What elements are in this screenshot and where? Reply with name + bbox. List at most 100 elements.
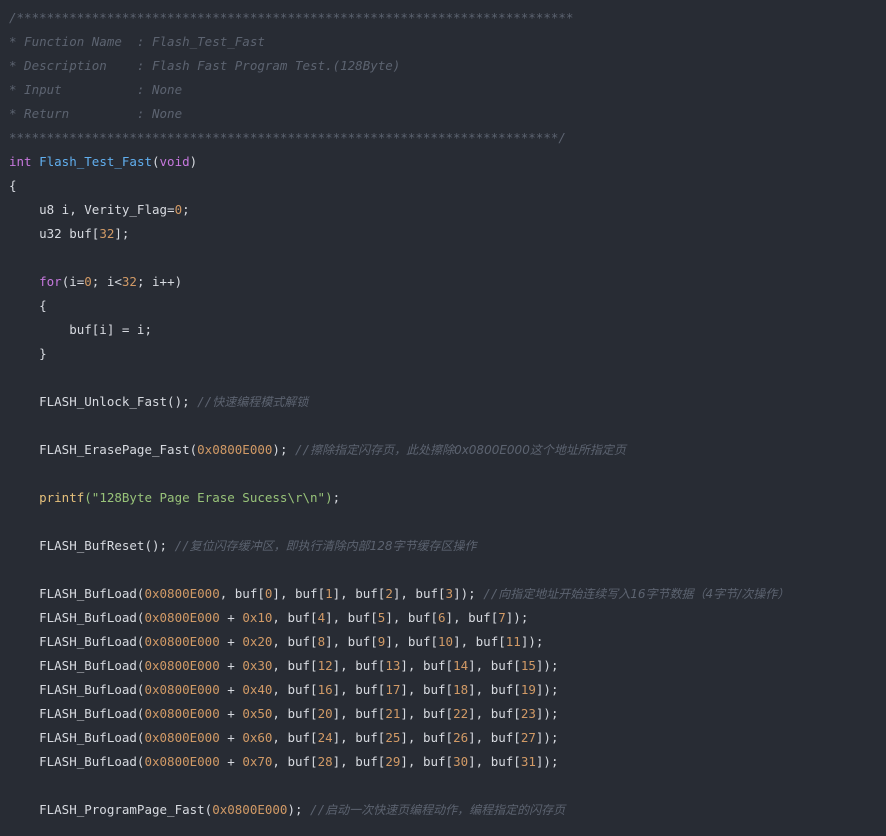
number-literal-token: 11 <box>505 634 521 649</box>
code-token: ; i++) <box>136 274 183 289</box>
comment-token: * Description : Flash Fast Program Test.… <box>9 58 401 73</box>
number-literal-token: 19 <box>520 682 536 697</box>
code-token: ], buf[ <box>400 682 454 697</box>
code-token: ]); <box>535 658 559 673</box>
code-token: { <box>9 298 47 313</box>
code-token: + <box>219 658 243 673</box>
number-literal-token: 3 <box>445 586 454 601</box>
code-line: FLASH_Unlock_Fast(); //快速编程模式解锁 <box>9 390 886 414</box>
number-literal-token: 0x30 <box>242 658 273 673</box>
number-literal-token: 8 <box>317 634 326 649</box>
code-token: ], buf[ <box>332 754 386 769</box>
code-token: ], buf[ <box>468 730 521 745</box>
number-literal-token: 32 <box>99 226 115 241</box>
code-token: ]); <box>535 754 559 769</box>
code-token: ]); <box>535 682 559 697</box>
code-token: , buf[ <box>219 586 265 601</box>
number-literal-token: 10 <box>438 634 454 649</box>
number-literal-token: 7 <box>498 610 506 625</box>
code-token: ], buf[ <box>332 586 386 601</box>
number-literal-token: 0x20 <box>242 634 273 649</box>
number-literal-token: 0x0800E000 <box>144 610 220 625</box>
code-token: ; <box>332 490 341 505</box>
code-token: , buf[ <box>272 706 318 721</box>
code-token: FLASH_BufLoad( <box>9 682 145 697</box>
comment-token: 向指定地址开始连续写入16字节数据（4字节/次操作） <box>498 587 790 601</box>
comment-token: // <box>483 586 499 601</box>
code-token: ) <box>189 154 198 169</box>
code-token: ], buf[ <box>468 658 521 673</box>
code-line: { <box>9 294 886 318</box>
code-editor[interactable]: /***************************************… <box>0 0 886 836</box>
code-line: printf("128Byte Page Erase Sucess\r\n"); <box>9 486 886 510</box>
number-literal-token: 0x70 <box>242 754 273 769</box>
code-line: * Return : None <box>9 102 886 126</box>
code-token: ]); <box>453 586 484 601</box>
code-line: FLASH_BufLoad(0x0800E000 + 0x60, buf[24]… <box>9 726 886 750</box>
number-literal-token: 16 <box>317 682 333 697</box>
comment-token: 快速编程模式解锁 <box>212 395 309 409</box>
code-line: u32 buf[32]; <box>9 222 886 246</box>
code-token: FLASH_ProgramPage_Fast( <box>9 802 213 817</box>
code-token: ]); <box>505 610 529 625</box>
code-token: { <box>9 178 17 193</box>
code-token: ( <box>152 154 160 169</box>
code-token: } <box>9 346 47 361</box>
number-literal-token: 30 <box>453 754 469 769</box>
code-token: ], buf[ <box>468 754 521 769</box>
comment-token: ****************************************… <box>9 130 566 145</box>
code-token: ], buf[ <box>468 706 521 721</box>
number-literal-token: 14 <box>453 658 469 673</box>
number-literal-token: 0x0800E000 <box>144 586 220 601</box>
code-token: , buf[ <box>272 658 318 673</box>
code-token: u32 buf[ <box>9 226 100 241</box>
code-token: , buf[ <box>272 610 318 625</box>
number-literal-token: 29 <box>385 754 401 769</box>
code-token: ], buf[ <box>392 586 446 601</box>
code-token: + <box>219 754 243 769</box>
number-literal-token: 4 <box>317 610 326 625</box>
code-token: ], buf[ <box>332 706 386 721</box>
code-token: FLASH_BufLoad( <box>9 610 145 625</box>
number-literal-token: 15 <box>520 658 536 673</box>
code-token: , buf[ <box>272 682 318 697</box>
code-token: , buf[ <box>272 754 318 769</box>
number-literal-token: 0 <box>84 274 92 289</box>
comment-token: * Function Name : Flash_Test_Fast <box>9 34 265 49</box>
code-token: FLASH_BufLoad( <box>9 706 145 721</box>
number-literal-token: 26 <box>453 730 469 745</box>
number-literal-token: 21 <box>385 706 401 721</box>
keyword-token: for <box>39 274 62 289</box>
number-literal-token: 12 <box>317 658 333 673</box>
code-token: FLASH_Unlock_Fast(); <box>9 394 198 409</box>
code-token: ; i< <box>91 274 122 289</box>
comment-token: 启动一次快速页编程动作，编程指定的闪存页 <box>325 803 566 817</box>
comment-token: // <box>197 394 213 409</box>
code-token: ], buf[ <box>272 586 326 601</box>
number-literal-token: 0x10 <box>242 610 273 625</box>
number-literal-token: 0x60 <box>242 730 273 745</box>
code-token: ], buf[ <box>400 730 454 745</box>
number-literal-token: 0 <box>174 202 183 217</box>
code-line: FLASH_BufLoad(0x0800E000 + 0x10, buf[4],… <box>9 606 886 630</box>
code-token: FLASH_BufLoad( <box>9 754 145 769</box>
code-token: ], buf[ <box>325 634 378 649</box>
number-literal-token: 20 <box>317 706 333 721</box>
code-token: FLASH_ErasePage_Fast( <box>9 442 198 457</box>
number-literal-token: 28 <box>317 754 333 769</box>
code-token: + <box>219 634 243 649</box>
code-token: , buf[ <box>272 730 318 745</box>
code-token: ]; <box>114 226 130 241</box>
number-literal-token: 17 <box>385 682 401 697</box>
number-literal-token: 13 <box>385 658 401 673</box>
code-token: FLASH_BufLoad( <box>9 586 145 601</box>
code-token: ], buf[ <box>453 634 506 649</box>
code-line: { <box>9 174 886 198</box>
